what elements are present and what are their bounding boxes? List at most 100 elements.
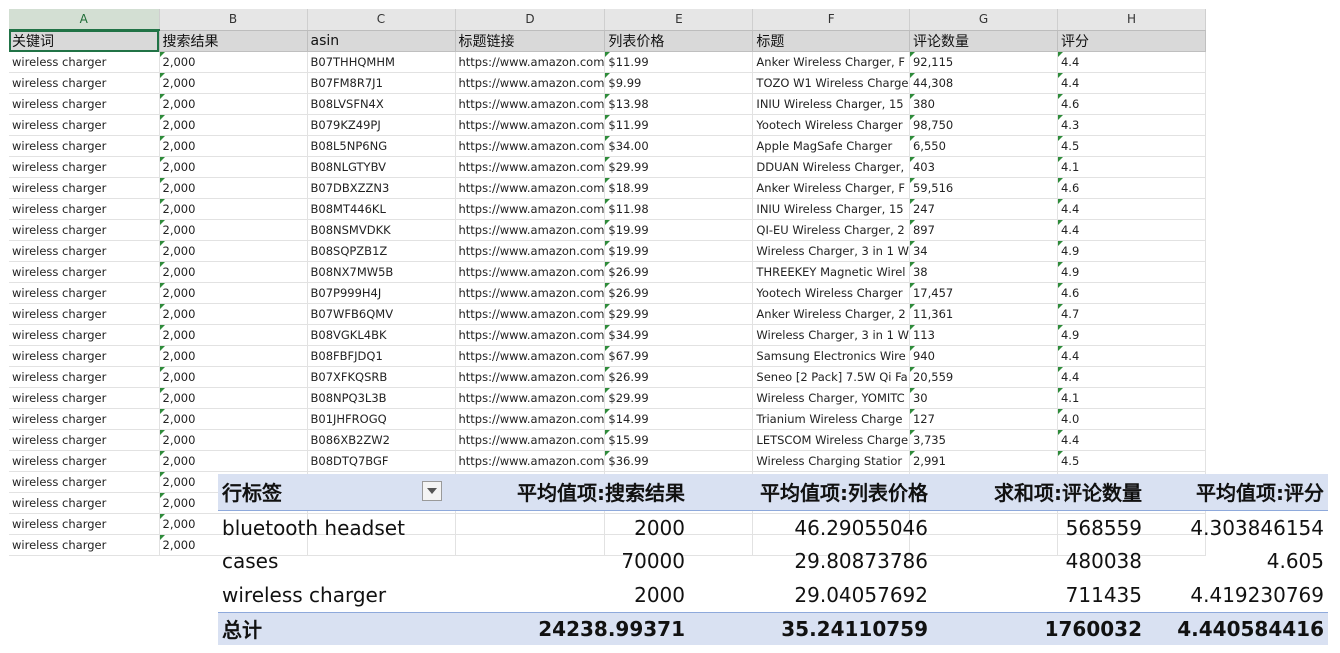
table-row[interactable]: wireless charger 2,000 B086XB2ZW2 https://w…: [9, 429, 1206, 451]
cell-title-link[interactable]: https://www.amazon.com: [455, 324, 606, 346]
cell-rating[interactable]: 4.5: [1057, 450, 1206, 472]
filter-dropdown-icon[interactable]: [422, 481, 442, 502]
cell-review-count[interactable]: 113: [909, 324, 1058, 346]
cell-list-price[interactable]: $11.98: [604, 198, 754, 220]
header-cell-title[interactable]: 标题: [752, 30, 910, 52]
cell-asin[interactable]: B07DBXZZN3: [307, 177, 456, 199]
cell-search-results[interactable]: 2,000: [159, 240, 308, 262]
cell-search-results[interactable]: 2,000: [159, 51, 308, 73]
table-row[interactable]: wireless charger 2,000 B08SQPZB1Z https://w…: [9, 240, 1206, 262]
cell-list-price[interactable]: $18.99: [604, 177, 754, 199]
cell-keyword[interactable]: wireless charger: [9, 282, 160, 304]
cell-rating[interactable]: 4.4: [1057, 429, 1206, 451]
cell-title-link[interactable]: https://www.amazon.com: [455, 93, 606, 115]
cell-list-price[interactable]: $19.99: [604, 240, 754, 262]
column-header-b[interactable]: B: [159, 9, 308, 31]
cell-keyword[interactable]: wireless charger: [9, 387, 160, 409]
cell-asin[interactable]: B079KZ49PJ: [307, 114, 456, 136]
header-cell-rating[interactable]: 评分: [1057, 30, 1206, 52]
cell-search-results[interactable]: 2,000: [159, 114, 308, 136]
table-row[interactable]: wireless charger 2,000 B08FBFJDQ1 https://w…: [9, 345, 1206, 367]
cell-title-link[interactable]: https://www.amazon.com: [455, 219, 606, 241]
column-header-g[interactable]: G: [909, 9, 1058, 31]
cell-rating[interactable]: 4.6: [1057, 177, 1206, 199]
cell-keyword[interactable]: wireless charger: [9, 513, 160, 535]
cell-asin[interactable]: B08SQPZB1Z: [307, 240, 456, 262]
cell-list-price[interactable]: $29.99: [604, 303, 754, 325]
cell-rating[interactable]: 4.4: [1057, 345, 1206, 367]
column-header-e[interactable]: E: [604, 9, 754, 31]
pivot-row[interactable]: cases 70000 29.80873786 480038 4.605: [218, 544, 1328, 578]
cell-title-link[interactable]: https://www.amazon.com: [455, 261, 606, 283]
cell-review-count[interactable]: 30: [909, 387, 1058, 409]
table-row[interactable]: wireless charger 2,000 B08L5NP6NG https://w…: [9, 135, 1206, 157]
cell-keyword[interactable]: wireless charger: [9, 177, 160, 199]
cell-list-price[interactable]: $11.99: [604, 114, 754, 136]
column-header-c[interactable]: C: [307, 9, 456, 31]
cell-title[interactable]: Wireless Charger, 3 in 1 W: [752, 324, 910, 346]
cell-rating[interactable]: 4.6: [1057, 93, 1206, 115]
header-cell-review-count[interactable]: 评论数量: [909, 30, 1058, 52]
cell-keyword[interactable]: wireless charger: [9, 429, 160, 451]
table-row[interactable]: wireless charger 2,000 B08NX7MW5B https://w…: [9, 261, 1206, 283]
cell-list-price[interactable]: $14.99: [604, 408, 754, 430]
cell-keyword[interactable]: wireless charger: [9, 219, 160, 241]
cell-list-price[interactable]: $29.99: [604, 156, 754, 178]
cell-asin[interactable]: B08NX7MW5B: [307, 261, 456, 283]
cell-search-results[interactable]: 2,000: [159, 156, 308, 178]
cell-title-link[interactable]: https://www.amazon.com: [455, 135, 606, 157]
table-row[interactable]: wireless charger 2,000 B08NPQ3L3B https://w…: [9, 387, 1206, 409]
cell-search-results[interactable]: 2,000: [159, 93, 308, 115]
cell-list-price[interactable]: $26.99: [604, 261, 754, 283]
table-row[interactable]: wireless charger 2,000 B08LVSFN4X https://w…: [9, 93, 1206, 115]
cell-keyword[interactable]: wireless charger: [9, 240, 160, 262]
cell-asin[interactable]: B08NPQ3L3B: [307, 387, 456, 409]
cell-rating[interactable]: 4.5: [1057, 135, 1206, 157]
cell-title-link[interactable]: https://www.amazon.com: [455, 156, 606, 178]
cell-asin[interactable]: B08NSMVDKK: [307, 219, 456, 241]
cell-rating[interactable]: 4.3: [1057, 114, 1206, 136]
cell-review-count[interactable]: 940: [909, 345, 1058, 367]
cell-search-results[interactable]: 2,000: [159, 261, 308, 283]
cell-rating[interactable]: 4.9: [1057, 240, 1206, 262]
cell-title[interactable]: INIU Wireless Charger, 15: [752, 93, 910, 115]
cell-review-count[interactable]: 38: [909, 261, 1058, 283]
cell-title[interactable]: Anker Wireless Charger, F: [752, 51, 910, 73]
cell-review-count[interactable]: 6,550: [909, 135, 1058, 157]
cell-title[interactable]: Anker Wireless Charger, F: [752, 177, 910, 199]
cell-list-price[interactable]: $26.99: [604, 282, 754, 304]
pivot-table[interactable]: 行标签 平均值项:搜索结果 平均值项:列表价格 求和项:评论数量 平均值项:评分…: [218, 474, 1328, 645]
cell-review-count[interactable]: 2,991: [909, 450, 1058, 472]
cell-review-count[interactable]: 3,735: [909, 429, 1058, 451]
cell-list-price[interactable]: $67.99: [604, 345, 754, 367]
cell-title[interactable]: Seneo [2 Pack] 7.5W Qi Fa: [752, 366, 910, 388]
table-row[interactable]: wireless charger 2,000 B08NSMVDKK https://w…: [9, 219, 1206, 241]
cell-keyword[interactable]: wireless charger: [9, 366, 160, 388]
cell-rating[interactable]: 4.1: [1057, 156, 1206, 178]
table-row[interactable]: wireless charger 2,000 B07FM8R7J1 https://w…: [9, 72, 1206, 94]
cell-title[interactable]: Yootech Wireless Charger: [752, 114, 910, 136]
cell-rating[interactable]: 4.7: [1057, 303, 1206, 325]
cell-title[interactable]: DDUAN Wireless Charger,: [752, 156, 910, 178]
cell-title[interactable]: Wireless Charging Statior: [752, 450, 910, 472]
cell-list-price[interactable]: $34.99: [604, 324, 754, 346]
cell-search-results[interactable]: 2,000: [159, 135, 308, 157]
cell-asin[interactable]: B07P999H4J: [307, 282, 456, 304]
cell-title[interactable]: Yootech Wireless Charger: [752, 282, 910, 304]
cell-title[interactable]: LETSCOM Wireless Charge: [752, 429, 910, 451]
cell-review-count[interactable]: 44,308: [909, 72, 1058, 94]
cell-review-count[interactable]: 17,457: [909, 282, 1058, 304]
pivot-row[interactable]: bluetooth headset 2000 46.29055046 56855…: [218, 510, 1328, 544]
table-row[interactable]: wireless charger 2,000 B079KZ49PJ https://w…: [9, 114, 1206, 136]
cell-review-count[interactable]: 92,115: [909, 51, 1058, 73]
table-row[interactable]: wireless charger 2,000 B07WFB6QMV https://w…: [9, 303, 1206, 325]
cell-asin[interactable]: B08FBFJDQ1: [307, 345, 456, 367]
cell-title[interactable]: TOZO W1 Wireless Charge: [752, 72, 910, 94]
cell-review-count[interactable]: 11,361: [909, 303, 1058, 325]
cell-list-price[interactable]: $15.99: [604, 429, 754, 451]
cell-rating[interactable]: 4.0: [1057, 408, 1206, 430]
cell-review-count[interactable]: 98,750: [909, 114, 1058, 136]
column-header-f[interactable]: F: [752, 9, 910, 31]
cell-search-results[interactable]: 2,000: [159, 408, 308, 430]
cell-search-results[interactable]: 2,000: [159, 429, 308, 451]
